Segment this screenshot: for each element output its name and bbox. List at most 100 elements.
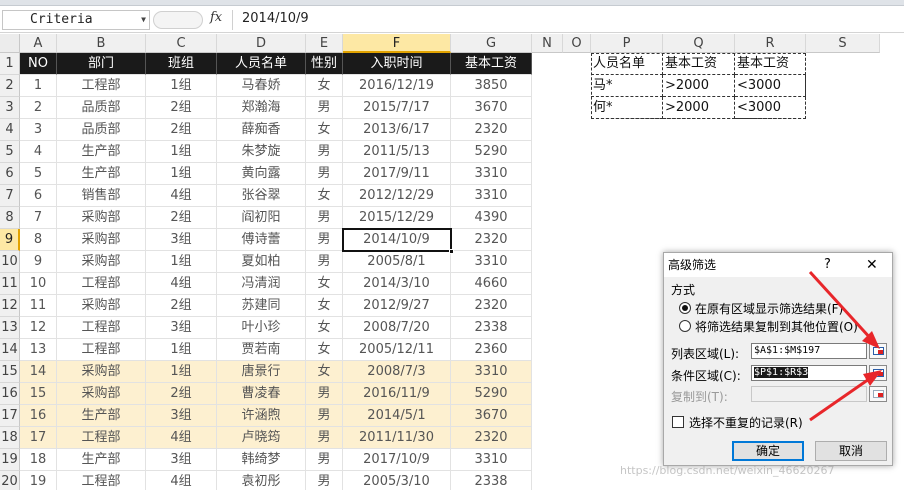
row-header-15[interactable]: 15: [0, 361, 20, 383]
table-cell[interactable]: 5290: [451, 383, 532, 405]
table-cell[interactable]: 2008/7/3: [343, 361, 451, 383]
list-range-input[interactable]: $A$1:$M$197: [751, 343, 867, 359]
table-cell[interactable]: 8: [20, 229, 57, 251]
column-header-r[interactable]: R: [735, 34, 806, 53]
table-cell[interactable]: 女: [306, 119, 343, 141]
table-header-cell[interactable]: 班组: [146, 53, 217, 75]
table-cell[interactable]: 男: [306, 97, 343, 119]
table-cell[interactable]: 采购部: [57, 383, 146, 405]
table-cell[interactable]: 2组: [146, 97, 217, 119]
table-cell[interactable]: 3670: [451, 97, 532, 119]
column-header-c[interactable]: C: [146, 34, 217, 53]
table-cell[interactable]: 1组: [146, 251, 217, 273]
table-cell[interactable]: 17: [20, 427, 57, 449]
table-cell[interactable]: 采购部: [57, 295, 146, 317]
row-header-20[interactable]: 20: [0, 471, 20, 490]
criteria-range-collapse-button[interactable]: [869, 365, 887, 381]
table-cell[interactable]: 张谷翠: [217, 185, 306, 207]
table-cell[interactable]: 冯清润: [217, 273, 306, 295]
table-cell[interactable]: 4组: [146, 273, 217, 295]
row-header-2[interactable]: 2: [0, 75, 20, 97]
table-cell[interactable]: 曹凌春: [217, 383, 306, 405]
table-cell[interactable]: 2组: [146, 119, 217, 141]
table-cell[interactable]: 2组: [146, 207, 217, 229]
table-cell[interactable]: 唐景行: [217, 361, 306, 383]
table-header-cell[interactable]: NO: [20, 53, 57, 75]
table-cell[interactable]: 5: [20, 163, 57, 185]
table-cell[interactable]: 3: [20, 119, 57, 141]
table-cell[interactable]: 男: [306, 383, 343, 405]
ok-button[interactable]: 确定: [732, 441, 804, 461]
table-cell[interactable]: 3组: [146, 229, 217, 251]
column-header-g[interactable]: G: [451, 34, 532, 53]
table-cell[interactable]: 阎初阳: [217, 207, 306, 229]
table-cell[interactable]: 男: [306, 207, 343, 229]
table-cell[interactable]: 采购部: [57, 229, 146, 251]
row-header-4[interactable]: 4: [0, 119, 20, 141]
row-header-8[interactable]: 8: [0, 207, 20, 229]
help-icon[interactable]: ?: [824, 253, 831, 277]
table-cell[interactable]: 1组: [146, 339, 217, 361]
row-header-19[interactable]: 19: [0, 449, 20, 471]
table-cell[interactable]: 12: [20, 317, 57, 339]
table-header-cell[interactable]: 部门: [57, 53, 146, 75]
row-header-17[interactable]: 17: [0, 405, 20, 427]
table-cell[interactable]: 1组: [146, 163, 217, 185]
table-cell[interactable]: 2320: [451, 119, 532, 141]
table-cell[interactable]: 2: [20, 97, 57, 119]
column-header-f[interactable]: F: [343, 34, 451, 53]
table-cell[interactable]: 女: [306, 317, 343, 339]
table-cell[interactable]: 男: [306, 141, 343, 163]
table-cell[interactable]: 4组: [146, 471, 217, 490]
table-cell[interactable]: 2017/9/11: [343, 163, 451, 185]
table-cell[interactable]: 16: [20, 405, 57, 427]
row-header-1[interactable]: 1: [0, 53, 20, 75]
table-cell[interactable]: 男: [306, 449, 343, 471]
table-cell[interactable]: 朱梦旋: [217, 141, 306, 163]
row-header-12[interactable]: 12: [0, 295, 20, 317]
column-header-o[interactable]: O: [563, 34, 591, 53]
table-cell[interactable]: 采购部: [57, 361, 146, 383]
table-cell[interactable]: 傅诗蕾: [217, 229, 306, 251]
table-cell[interactable]: 15: [20, 383, 57, 405]
table-cell[interactable]: 3310: [451, 185, 532, 207]
name-box[interactable]: Criteria ▼: [2, 10, 150, 30]
table-cell[interactable]: 工程部: [57, 471, 146, 490]
table-cell[interactable]: 4: [20, 141, 57, 163]
table-cell[interactable]: 2320: [451, 427, 532, 449]
row-header-7[interactable]: 7: [0, 185, 20, 207]
table-cell[interactable]: 2015/12/29: [343, 207, 451, 229]
table-cell[interactable]: 2012/12/29: [343, 185, 451, 207]
table-cell[interactable]: 6: [20, 185, 57, 207]
table-cell[interactable]: 2005/8/1: [343, 251, 451, 273]
table-cell[interactable]: 4660: [451, 273, 532, 295]
table-cell[interactable]: 男: [306, 405, 343, 427]
radio-inplace-label[interactable]: 在原有区域显示筛选结果(F): [695, 300, 843, 317]
table-cell[interactable]: 女: [306, 75, 343, 97]
table-cell[interactable]: 生产部: [57, 449, 146, 471]
formula-input[interactable]: 2014/10/9: [232, 10, 900, 30]
table-cell[interactable]: 7: [20, 207, 57, 229]
table-cell[interactable]: 2005/3/10: [343, 471, 451, 490]
table-cell[interactable]: 1组: [146, 75, 217, 97]
table-cell[interactable]: 男: [306, 471, 343, 490]
unique-records-checkbox[interactable]: [672, 416, 684, 428]
table-cell[interactable]: 13: [20, 339, 57, 361]
table-cell[interactable]: 袁初彤: [217, 471, 306, 490]
table-cell[interactable]: 卢晓筠: [217, 427, 306, 449]
table-cell[interactable]: 工程部: [57, 427, 146, 449]
table-cell[interactable]: 2013/6/17: [343, 119, 451, 141]
insert-function-icon[interactable]: fx: [210, 10, 222, 25]
table-cell[interactable]: 2011/5/13: [343, 141, 451, 163]
radio-copy[interactable]: [679, 320, 691, 332]
list-range-collapse-button[interactable]: [869, 343, 887, 359]
table-cell[interactable]: 苏建同: [217, 295, 306, 317]
table-cell[interactable]: 男: [306, 427, 343, 449]
column-header-e[interactable]: E: [306, 34, 343, 53]
table-cell[interactable]: 叶小珍: [217, 317, 306, 339]
unique-records-label[interactable]: 选择不重复的记录(R): [689, 414, 803, 431]
table-cell[interactable]: 1组: [146, 141, 217, 163]
fill-handle[interactable]: [449, 249, 454, 254]
table-cell[interactable]: 3310: [451, 449, 532, 471]
row-header-9[interactable]: 9: [0, 229, 20, 251]
